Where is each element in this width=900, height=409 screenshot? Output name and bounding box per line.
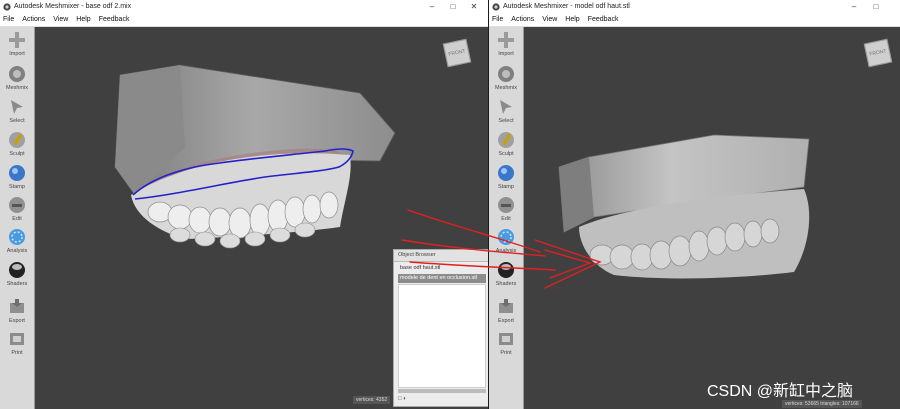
csdn-watermark: CSDN @新缸中之脑 (707, 383, 854, 400)
menu-view[interactable]: View (53, 14, 68, 26)
tool-sculpt[interactable]: Sculpt (0, 130, 34, 158)
tool-label: Import (498, 51, 514, 57)
meshmixer-app-icon (492, 3, 500, 11)
edit-icon (9, 197, 25, 213)
tool-shaders[interactable]: Shaders (489, 260, 523, 288)
object-browser-panel: Object Browser base odf haut.stl modele … (393, 249, 488, 407)
window-title: Autodesk Meshmixer - model odf haut.stl (503, 3, 630, 10)
object-browser-title: Object Browser (394, 250, 488, 262)
tool-edit[interactable]: Edit (489, 195, 523, 223)
tool-analysis[interactable]: Analysis (0, 227, 34, 255)
menu-bar: File Actions View Help Feedback (0, 14, 488, 27)
object-list-area (398, 284, 486, 388)
maximize-icon[interactable]: □ (443, 0, 463, 14)
tool-stamp[interactable]: Stamp (489, 163, 523, 191)
object-item-occlusion[interactable]: modele de dent en occlusion.stl (398, 274, 486, 283)
tool-label: Edit (501, 216, 511, 222)
meshmixer-window-left: Autodesk Meshmixer - base odf 2.mix – □ … (0, 0, 488, 409)
menu-bar: File Actions View Help Feedback (489, 14, 900, 27)
meshmix-icon (498, 66, 514, 82)
tool-label: Shaders (495, 281, 517, 287)
analysis-icon (498, 229, 514, 245)
tool-select[interactable]: Select (489, 97, 523, 125)
tool-sculpt[interactable]: Sculpt (489, 130, 523, 158)
tool-label: Select (9, 118, 25, 124)
tool-export[interactable]: Export (489, 297, 523, 325)
select-icon (500, 100, 512, 114)
tool-palette: Import Meshmix Select Sculpt Stamp Edit Analys… (489, 27, 524, 409)
menu-actions[interactable]: Actions (22, 14, 45, 26)
minimize-icon[interactable]: – (844, 0, 864, 14)
tool-print[interactable]: Print (0, 329, 34, 357)
tool-print[interactable]: Print (489, 329, 523, 357)
tool-label: Meshmix (5, 85, 28, 91)
tool-import[interactable]: Import (0, 30, 34, 58)
tool-palette: Import Meshmix Select Sculpt Stamp Edit Analys… (0, 27, 35, 409)
tool-meshmix[interactable]: Meshmix (489, 64, 523, 92)
menu-view[interactable]: View (542, 14, 557, 26)
3d-viewport[interactable]: FRONT vertices: 53665 triangles: 107166 (524, 27, 900, 409)
stamp-icon (498, 165, 514, 181)
tool-label: Sculpt (9, 151, 25, 157)
status-readout: vertices: 4352 (353, 396, 391, 404)
shaders-icon (9, 262, 25, 278)
tool-stamp[interactable]: Stamp (0, 163, 34, 191)
select-icon (11, 100, 23, 114)
menu-feedback[interactable]: Feedback (588, 14, 619, 26)
stamp-icon (9, 165, 25, 181)
menu-file[interactable]: File (3, 14, 14, 26)
sculpt-icon (498, 132, 514, 148)
status-readout: vertices: 53665 triangles: 107166 (782, 400, 862, 408)
export-icon (499, 299, 513, 313)
tool-label: Print (500, 350, 512, 356)
object-browser-footer-icons[interactable]: □ ◐ (398, 396, 407, 402)
meshmixer-app-icon (3, 3, 11, 11)
tool-shaders[interactable]: Shaders (0, 260, 34, 288)
object-item-base[interactable]: base odf haut.stl (398, 264, 486, 273)
maximize-icon[interactable]: □ (866, 0, 886, 14)
tool-edit[interactable]: Edit (0, 195, 34, 223)
meshmixer-window-right: Autodesk Meshmixer - model odf haut.stl … (489, 0, 900, 409)
tool-export[interactable]: Export (0, 297, 34, 325)
tool-select[interactable]: Select (0, 97, 34, 125)
tool-label: Select (498, 118, 514, 124)
tool-label: Stamp (498, 184, 514, 190)
tool-import[interactable]: Import (489, 30, 523, 58)
object-browser-scrollbar[interactable] (398, 389, 486, 393)
print-icon (10, 333, 24, 345)
tool-meshmix[interactable]: Meshmix (0, 64, 34, 92)
tool-label: Edit (12, 216, 22, 222)
minimize-icon[interactable]: – (422, 0, 442, 14)
tool-label: Shaders (6, 281, 28, 287)
tool-analysis[interactable]: Analysis (489, 227, 523, 255)
tool-label: Print (11, 350, 23, 356)
window-title: Autodesk Meshmixer - base odf 2.mix (14, 3, 132, 10)
edit-icon (498, 197, 514, 213)
tool-label: Meshmix (494, 85, 517, 91)
analysis-icon (9, 229, 25, 245)
meshmix-icon (9, 66, 25, 82)
import-icon (9, 32, 25, 48)
menu-help[interactable]: Help (565, 14, 579, 26)
title-bar: Autodesk Meshmixer - model odf haut.stl … (489, 0, 900, 14)
menu-file[interactable]: File (492, 14, 503, 26)
menu-help[interactable]: Help (76, 14, 90, 26)
shaders-icon (498, 262, 514, 278)
menu-feedback[interactable]: Feedback (99, 14, 130, 26)
close-icon[interactable]: ✕ (464, 0, 484, 14)
title-bar: Autodesk Meshmixer - base odf 2.mix – □ … (0, 0, 488, 14)
menu-actions[interactable]: Actions (511, 14, 534, 26)
tool-label: Export (9, 318, 25, 324)
tool-label: Import (9, 51, 25, 57)
tool-label: Export (498, 318, 514, 324)
dental-model-scan (558, 134, 810, 279)
import-icon (498, 32, 514, 48)
tool-label: Analysis (495, 248, 517, 254)
tool-label: Sculpt (498, 151, 514, 157)
print-icon (499, 333, 513, 345)
tool-label: Analysis (6, 248, 28, 254)
tool-label: Stamp (9, 184, 25, 190)
sculpt-icon (9, 132, 25, 148)
export-icon (10, 299, 24, 313)
